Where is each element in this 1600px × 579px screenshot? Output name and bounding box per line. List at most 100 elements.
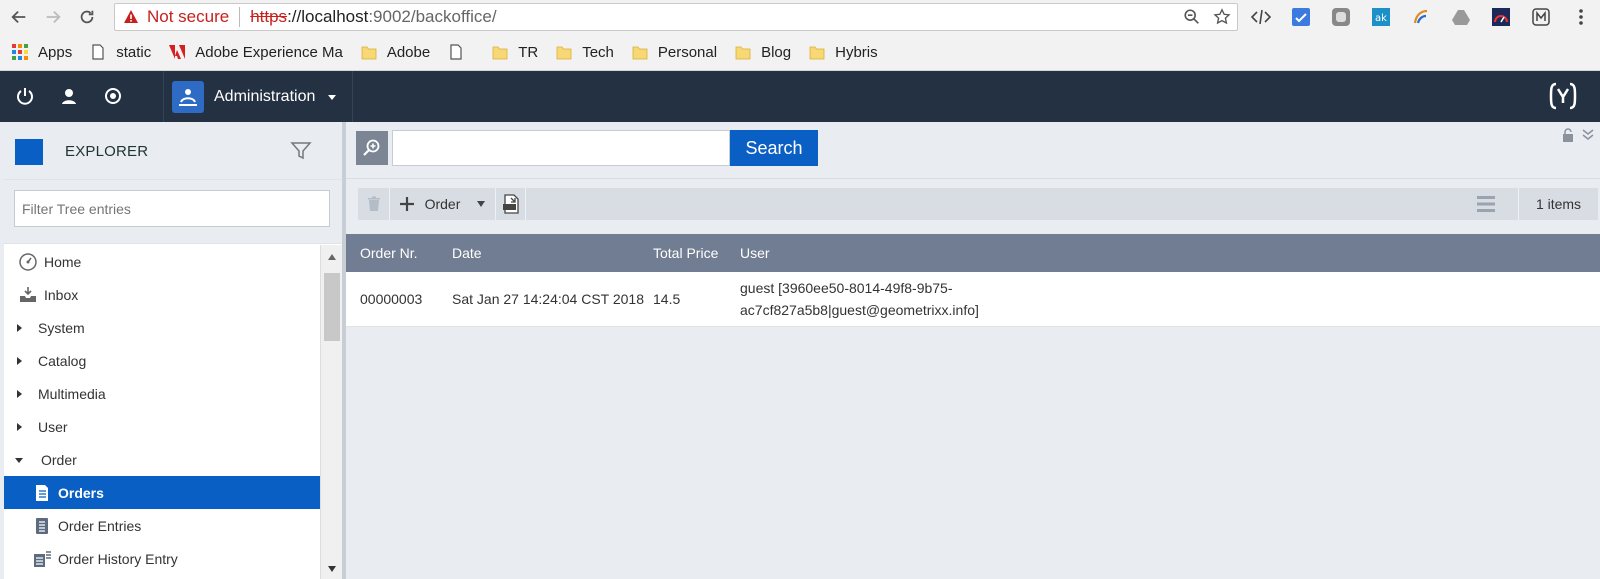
star-icon[interactable] bbox=[1213, 8, 1231, 26]
bookmark-apps[interactable]: Apps bbox=[12, 44, 72, 61]
bookmark-label: Adobe bbox=[386, 43, 431, 61]
cell-date: Sat Jan 27 14:24:04 CST 2018 bbox=[452, 291, 644, 307]
reload-button[interactable] bbox=[72, 2, 102, 32]
perspective-label: Administration bbox=[214, 87, 316, 105]
create-order-button[interactable]: Order bbox=[390, 188, 496, 220]
delete-button[interactable] bbox=[358, 188, 390, 220]
column-header-user[interactable]: User bbox=[736, 242, 1596, 264]
ext-speed[interactable] bbox=[1490, 6, 1512, 28]
search-input[interactable] bbox=[392, 130, 730, 166]
gray-square-icon bbox=[1332, 8, 1350, 26]
rss-icon bbox=[1413, 9, 1428, 24]
back-button[interactable] bbox=[4, 2, 34, 32]
bookmark-tr[interactable]: TR bbox=[492, 44, 538, 61]
scroll-down-icon[interactable] bbox=[327, 565, 337, 573]
filter-icon[interactable] bbox=[290, 140, 312, 162]
global-search-button[interactable] bbox=[100, 83, 126, 109]
ext-ak[interactable]: ak bbox=[1370, 6, 1392, 28]
search-button[interactable]: Search bbox=[730, 130, 818, 166]
plus-icon bbox=[399, 197, 414, 211]
tree-item-label: Inbox bbox=[44, 286, 79, 303]
bookmark-label: TR bbox=[518, 43, 539, 61]
lock-icon[interactable] bbox=[1562, 128, 1574, 142]
column-header-date[interactable]: Date bbox=[440, 245, 644, 261]
ext-check[interactable] bbox=[1290, 6, 1312, 28]
scroll-up-icon[interactable] bbox=[327, 253, 337, 261]
app-header: Administration bbox=[0, 71, 1600, 122]
ext-devtools[interactable] bbox=[1250, 6, 1272, 28]
bookmark-page[interactable] bbox=[448, 44, 474, 60]
items-count: 1 items bbox=[1518, 188, 1598, 220]
ext-gray[interactable] bbox=[1330, 6, 1352, 28]
arrow-right-icon bbox=[46, 10, 61, 24]
create-order-label: Order bbox=[424, 196, 461, 212]
caret-right-icon[interactable] bbox=[14, 323, 24, 333]
kebab-menu-icon bbox=[1579, 9, 1583, 25]
bookmarks-bar: Apps static Adobe Experience Ma Adobe TR… bbox=[0, 34, 1600, 71]
ext-drive[interactable] bbox=[1450, 6, 1472, 28]
zoom-icon[interactable] bbox=[1183, 8, 1201, 26]
tree-item-system[interactable]: System bbox=[4, 311, 320, 344]
globe-search-icon bbox=[105, 88, 121, 104]
tree-item-order-entries[interactable]: Order Entries bbox=[4, 509, 320, 542]
bookmark-static[interactable]: static bbox=[90, 44, 151, 61]
tree-item-label: Orders bbox=[58, 484, 104, 501]
bookmark-adobe-experience[interactable]: Adobe Experience Ma bbox=[169, 44, 343, 61]
filter-tree-input[interactable] bbox=[14, 190, 330, 227]
export-csv-button[interactable] bbox=[496, 188, 526, 220]
bookmark-label: Blog bbox=[761, 43, 792, 61]
reload-icon bbox=[80, 10, 94, 24]
caret-down-icon[interactable] bbox=[476, 200, 486, 208]
scroll-thumb[interactable] bbox=[324, 273, 340, 341]
main-content: Search Order 1 items Order Nr. Date Tota… bbox=[346, 122, 1600, 579]
speedometer-icon bbox=[1492, 8, 1510, 26]
url-path: :9002/backoffice/ bbox=[368, 7, 497, 26]
explorer-tree: Home Inbox System Catalog Multimedia Use… bbox=[4, 245, 320, 579]
column-header-order-nr[interactable]: Order Nr. bbox=[346, 245, 440, 261]
cell-user-line1: guest [3960ee50-8014-49f8-9b75- bbox=[740, 280, 953, 296]
tree-item-inbox[interactable]: Inbox bbox=[4, 278, 320, 311]
ext-m[interactable] bbox=[1530, 6, 1552, 28]
double-chevron-down-icon[interactable] bbox=[1582, 128, 1594, 142]
browser-menu-button[interactable] bbox=[1570, 6, 1592, 28]
tree-item-label: Order History Entry bbox=[58, 550, 178, 567]
tree-item-multimedia[interactable]: Multimedia bbox=[4, 377, 320, 410]
administration-icon bbox=[172, 80, 204, 113]
caret-right-icon[interactable] bbox=[14, 356, 24, 366]
tree-item-order-history-entry[interactable]: Order History Entry bbox=[4, 542, 320, 575]
user-icon bbox=[62, 89, 76, 104]
caret-right-icon[interactable] bbox=[14, 422, 24, 432]
bookmark-hybris[interactable]: Hybris bbox=[809, 44, 878, 61]
table-header: Order Nr. Date Total Price User bbox=[346, 234, 1600, 272]
bookmark-tech[interactable]: Tech bbox=[556, 44, 614, 61]
logout-button[interactable] bbox=[12, 83, 38, 109]
tree-item-order[interactable]: Order bbox=[4, 443, 320, 476]
forward-button[interactable] bbox=[38, 2, 68, 32]
caret-right-icon[interactable] bbox=[14, 389, 24, 399]
search-row: Search bbox=[356, 130, 818, 166]
hybris-logo-icon bbox=[1549, 82, 1577, 110]
inbox-icon bbox=[20, 286, 36, 302]
bookmark-adobe[interactable]: Adobe bbox=[361, 44, 430, 61]
ext-rss[interactable] bbox=[1410, 6, 1432, 28]
list-view-icon[interactable] bbox=[1476, 194, 1496, 214]
perspective-selector[interactable]: Administration bbox=[163, 71, 353, 122]
table-row[interactable]: 00000003 Sat Jan 27 14:24:04 CST 2018 14… bbox=[346, 272, 1600, 327]
tree-item-catalog[interactable]: Catalog bbox=[4, 344, 320, 377]
user-button[interactable] bbox=[56, 83, 82, 109]
explorer-badge bbox=[15, 138, 43, 165]
bookmark-blog[interactable]: Blog bbox=[735, 44, 791, 61]
tree-item-orders[interactable]: Orders bbox=[4, 476, 320, 509]
tree-item-home[interactable]: Home bbox=[4, 245, 320, 278]
explorer-header: EXPLORER bbox=[4, 124, 342, 180]
admin-person-icon bbox=[179, 88, 197, 106]
column-header-total-price[interactable]: Total Price bbox=[644, 245, 736, 261]
caret-down-icon[interactable] bbox=[14, 455, 24, 465]
tree-item-label: Home bbox=[44, 253, 82, 270]
advanced-search-button[interactable] bbox=[356, 131, 388, 165]
apps-grid-icon bbox=[12, 44, 28, 60]
url-bar[interactable]: Not secure https://localhost:9002/backof… bbox=[114, 3, 1238, 31]
bookmark-personal[interactable]: Personal bbox=[632, 44, 717, 61]
tree-item-user[interactable]: User bbox=[4, 410, 320, 443]
tree-scrollbar[interactable] bbox=[320, 245, 342, 579]
